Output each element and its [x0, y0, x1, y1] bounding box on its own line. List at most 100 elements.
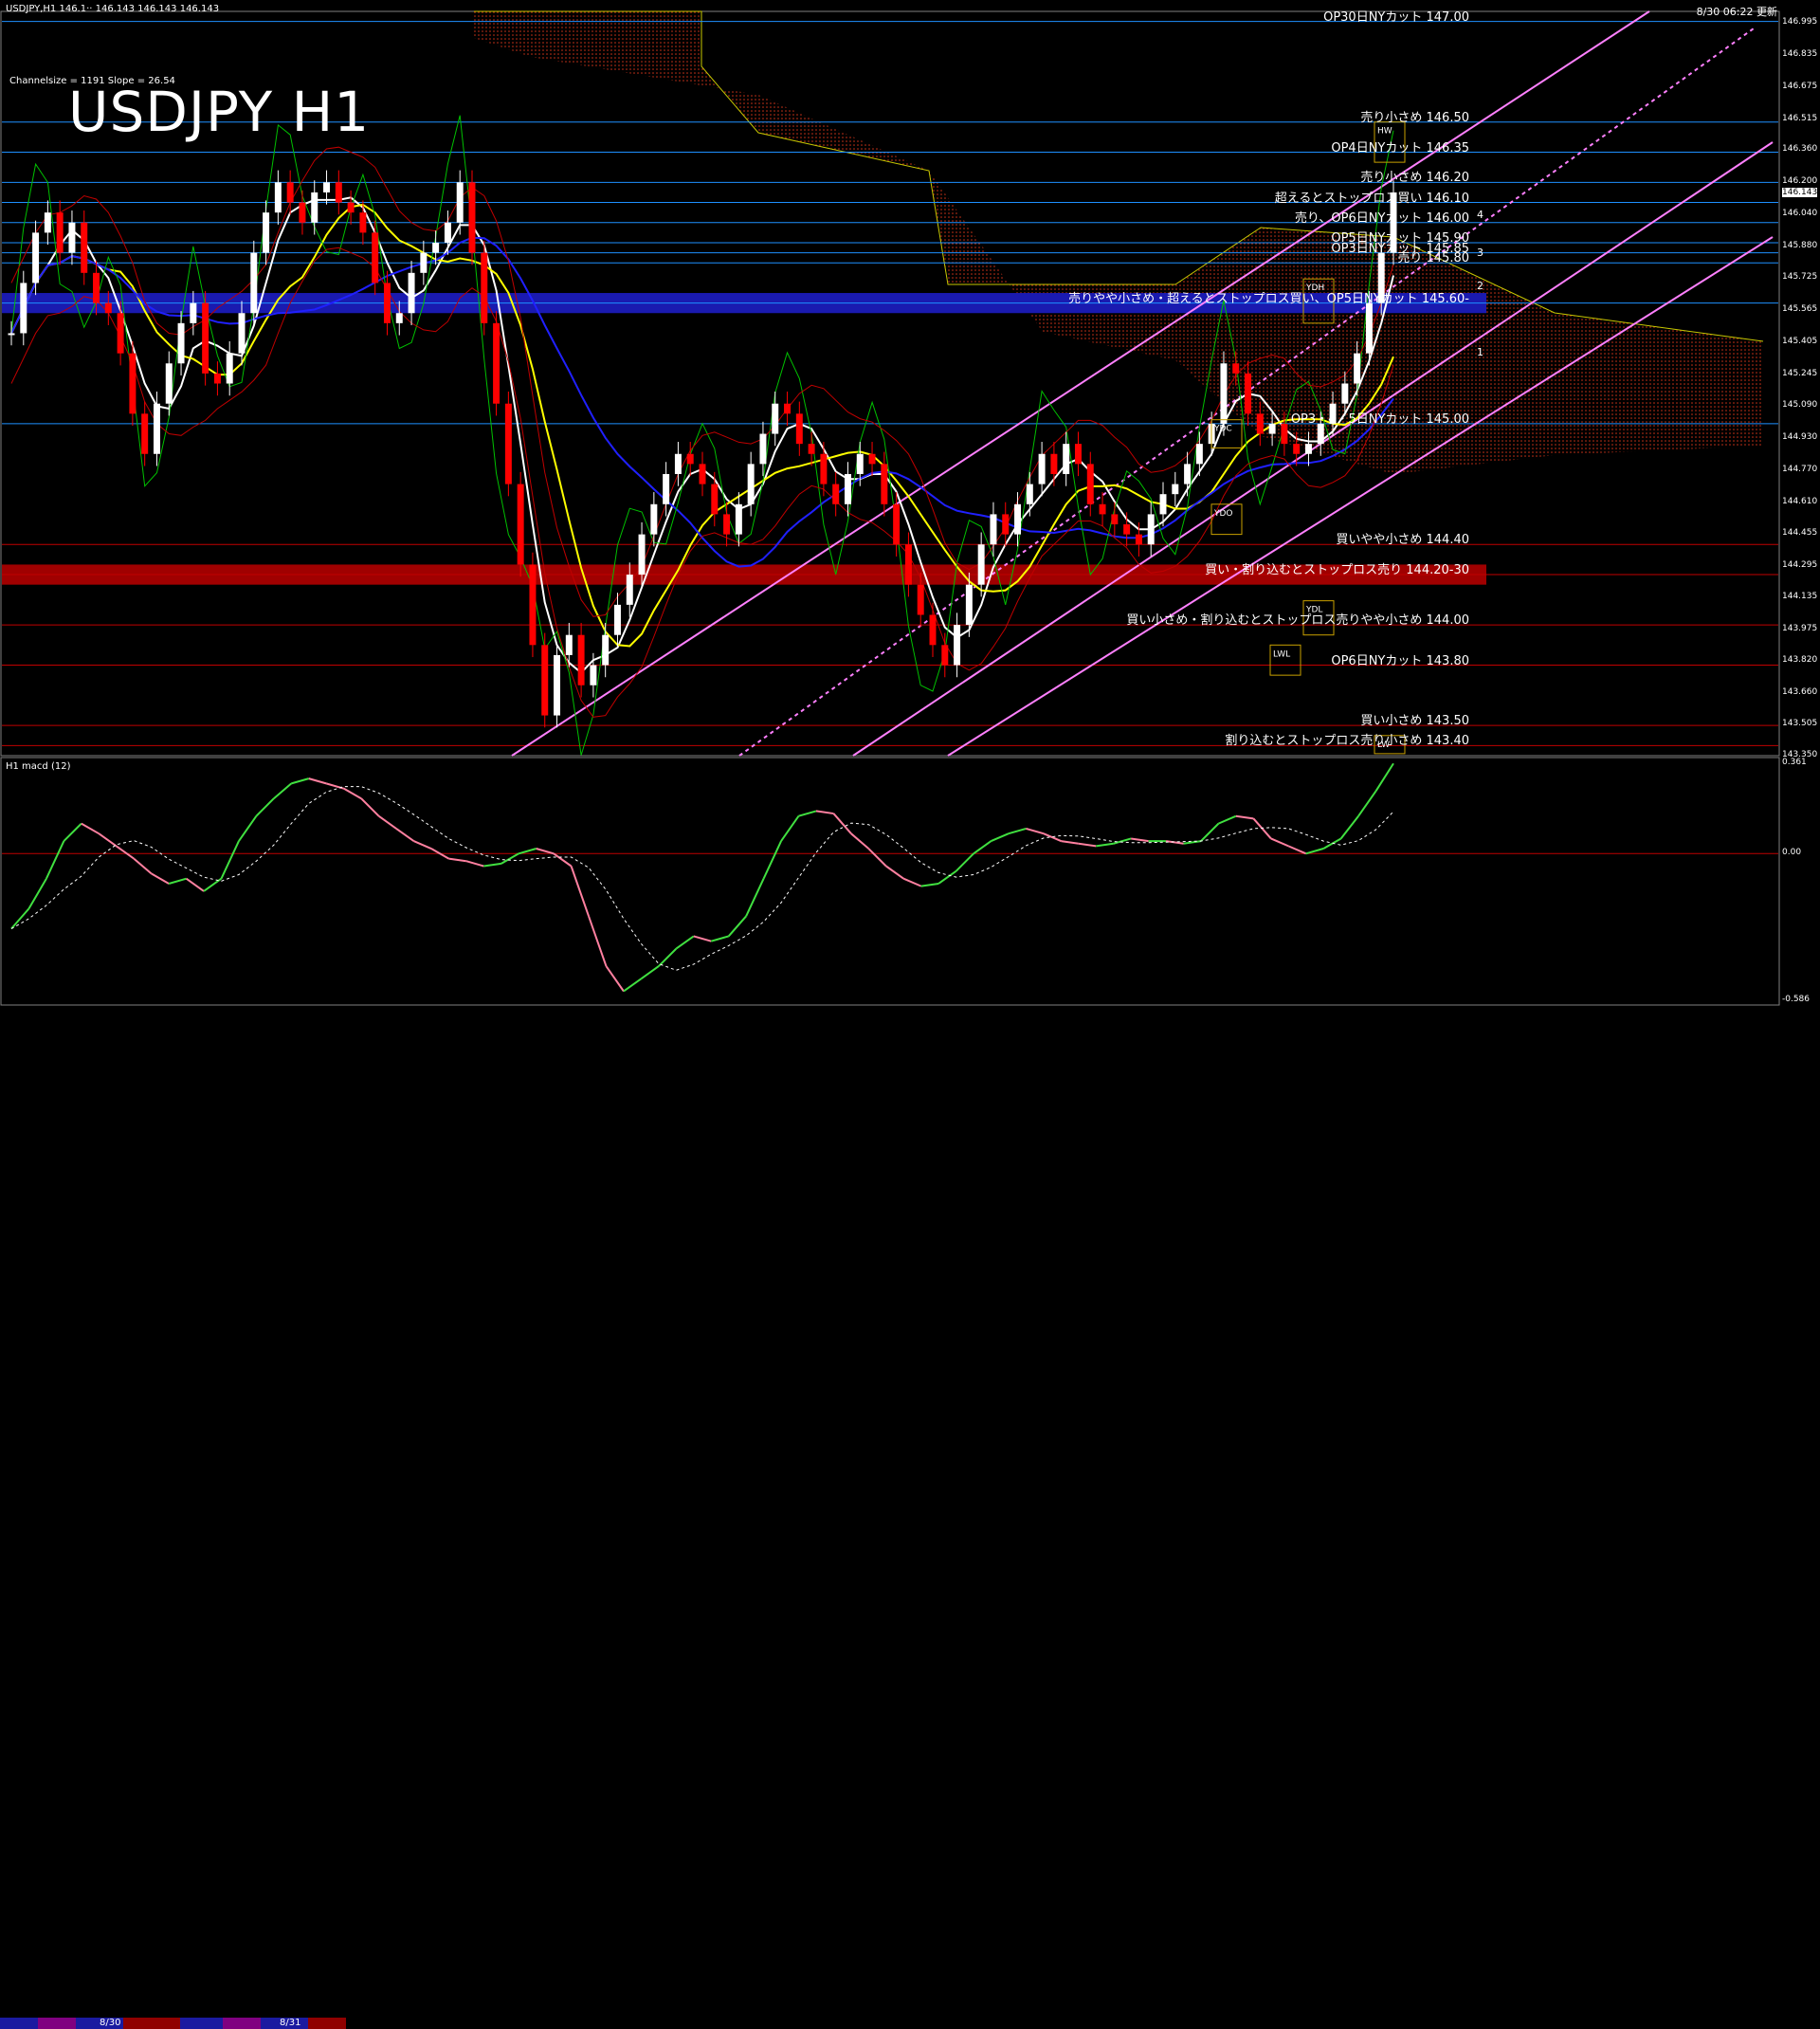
candle-body	[759, 433, 767, 465]
candle-body	[772, 403, 779, 434]
candle-body	[517, 484, 524, 565]
level-label: 売り 145.80	[1397, 251, 1469, 266]
candle-body	[286, 182, 294, 203]
candle-body	[141, 413, 149, 454]
timeline-segment	[38, 2018, 76, 2029]
candle-body	[263, 212, 270, 253]
candle-body	[323, 182, 331, 192]
candle-body	[1159, 494, 1167, 515]
macd-tick: 0.00	[1782, 848, 1802, 858]
price-tick: 146.360	[1782, 144, 1818, 155]
candle-body	[32, 232, 40, 283]
candle-body	[1232, 363, 1240, 374]
candle-body	[1063, 444, 1070, 474]
chart-stage: 4321 YDH YDC YDO YDL LWL HW LW USDJPY,H1 146.1…	[0, 0, 1820, 2029]
update-time: 8/30 06:22 更新	[1696, 6, 1777, 18]
candle-body	[359, 212, 367, 233]
candle-body	[153, 403, 160, 454]
timeline-segment	[123, 2018, 180, 2029]
candle-body	[420, 252, 428, 273]
level-label: 売り小さめ 146.50	[1360, 110, 1469, 125]
channel-number: 3	[1477, 247, 1483, 259]
price-tick: 146.515	[1782, 113, 1818, 123]
price-tick: 144.135	[1782, 592, 1818, 602]
candle-body	[1086, 464, 1094, 504]
candle-body	[1245, 373, 1252, 414]
price-tick: 145.405	[1782, 337, 1818, 346]
channel-number: 4	[1477, 209, 1483, 221]
candle-body	[504, 403, 512, 484]
price-tick: 146.675	[1782, 81, 1818, 91]
candle-body	[408, 272, 415, 314]
level-label: 超えるとストップロス買い 146.10	[1274, 191, 1469, 206]
level-label: OP4日NYカット 146.35	[1331, 140, 1469, 155]
candle-body	[820, 453, 828, 484]
candle-body	[747, 464, 755, 504]
macd-tick: -0.586	[1782, 995, 1811, 1004]
timeline-bar: 8/30 8/31	[0, 1009, 1820, 2029]
candle-body	[481, 252, 488, 323]
candle-body	[856, 453, 864, 474]
candle-body	[881, 464, 888, 504]
candle-body	[904, 544, 912, 585]
candle-body	[56, 212, 64, 253]
candle-body	[93, 272, 100, 303]
candle-body	[1050, 453, 1058, 474]
candle-body	[626, 575, 633, 605]
candle-body	[590, 665, 597, 685]
price-tick: 144.295	[1782, 559, 1818, 570]
current-price-tag: 146.143	[1782, 188, 1818, 198]
candle-body	[541, 645, 549, 716]
ref-box-label: LWL	[1273, 649, 1290, 659]
candle-body	[735, 503, 742, 535]
candle-body	[1354, 353, 1361, 384]
price-tick: 145.245	[1782, 368, 1818, 378]
candle-body	[335, 182, 342, 203]
candle-body	[1026, 484, 1033, 504]
candle-body	[977, 544, 985, 585]
candle-body	[1099, 503, 1106, 515]
price-tick: 145.090	[1782, 399, 1818, 410]
candle-body	[832, 484, 840, 504]
level-label: 買い小さめ・割り込むとストップロス売りやや小さめ 144.00	[1126, 613, 1469, 629]
level-label: 売り、OP6日NYカット 146.00	[1294, 210, 1469, 226]
candle-body	[226, 353, 233, 384]
candle-body	[20, 283, 27, 334]
candle-body	[1135, 534, 1142, 545]
candle-body	[1220, 363, 1228, 424]
price-tick: 143.660	[1782, 687, 1818, 698]
level-label: OP30日NYカット 147.00	[1323, 9, 1469, 25]
price-tick: 145.725	[1782, 272, 1818, 283]
level-label: 買い・割り込むとストップロス売り 144.20-30	[1205, 563, 1469, 578]
candle-body	[213, 373, 221, 384]
candle-body	[129, 353, 136, 414]
candle-body	[1256, 413, 1264, 434]
candle-body	[372, 232, 379, 283]
candle-body	[190, 302, 197, 323]
candle-body	[554, 654, 561, 716]
ref-box-label: HW	[1377, 127, 1392, 137]
candle-body	[274, 182, 282, 213]
candle-body	[1184, 464, 1192, 484]
candle-body	[941, 645, 949, 666]
timeline-segment	[308, 2018, 346, 2029]
candle-body	[8, 333, 15, 336]
candle-body	[1304, 444, 1312, 454]
chart-title: USDJPY H1	[68, 80, 371, 144]
candle-body	[444, 222, 451, 243]
candle-body	[577, 634, 585, 685]
candle-body	[44, 212, 51, 233]
candle-body	[929, 614, 937, 646]
symbol-header: USDJPY,H1 146.1·· 146.143 146.143 146.14…	[6, 4, 220, 14]
candle-body	[117, 313, 124, 354]
candle-body	[1123, 524, 1131, 535]
level-label: OP3・4・5日NYカット 145.00	[1290, 411, 1469, 427]
price-tick: 144.455	[1782, 527, 1818, 538]
candle-body	[1111, 514, 1119, 525]
candle-body	[1195, 444, 1203, 465]
candle-body	[529, 564, 537, 646]
candle-body	[808, 444, 815, 454]
candle-body	[1268, 423, 1276, 434]
candle-body	[844, 473, 851, 504]
price-tick: 146.835	[1782, 48, 1818, 59]
